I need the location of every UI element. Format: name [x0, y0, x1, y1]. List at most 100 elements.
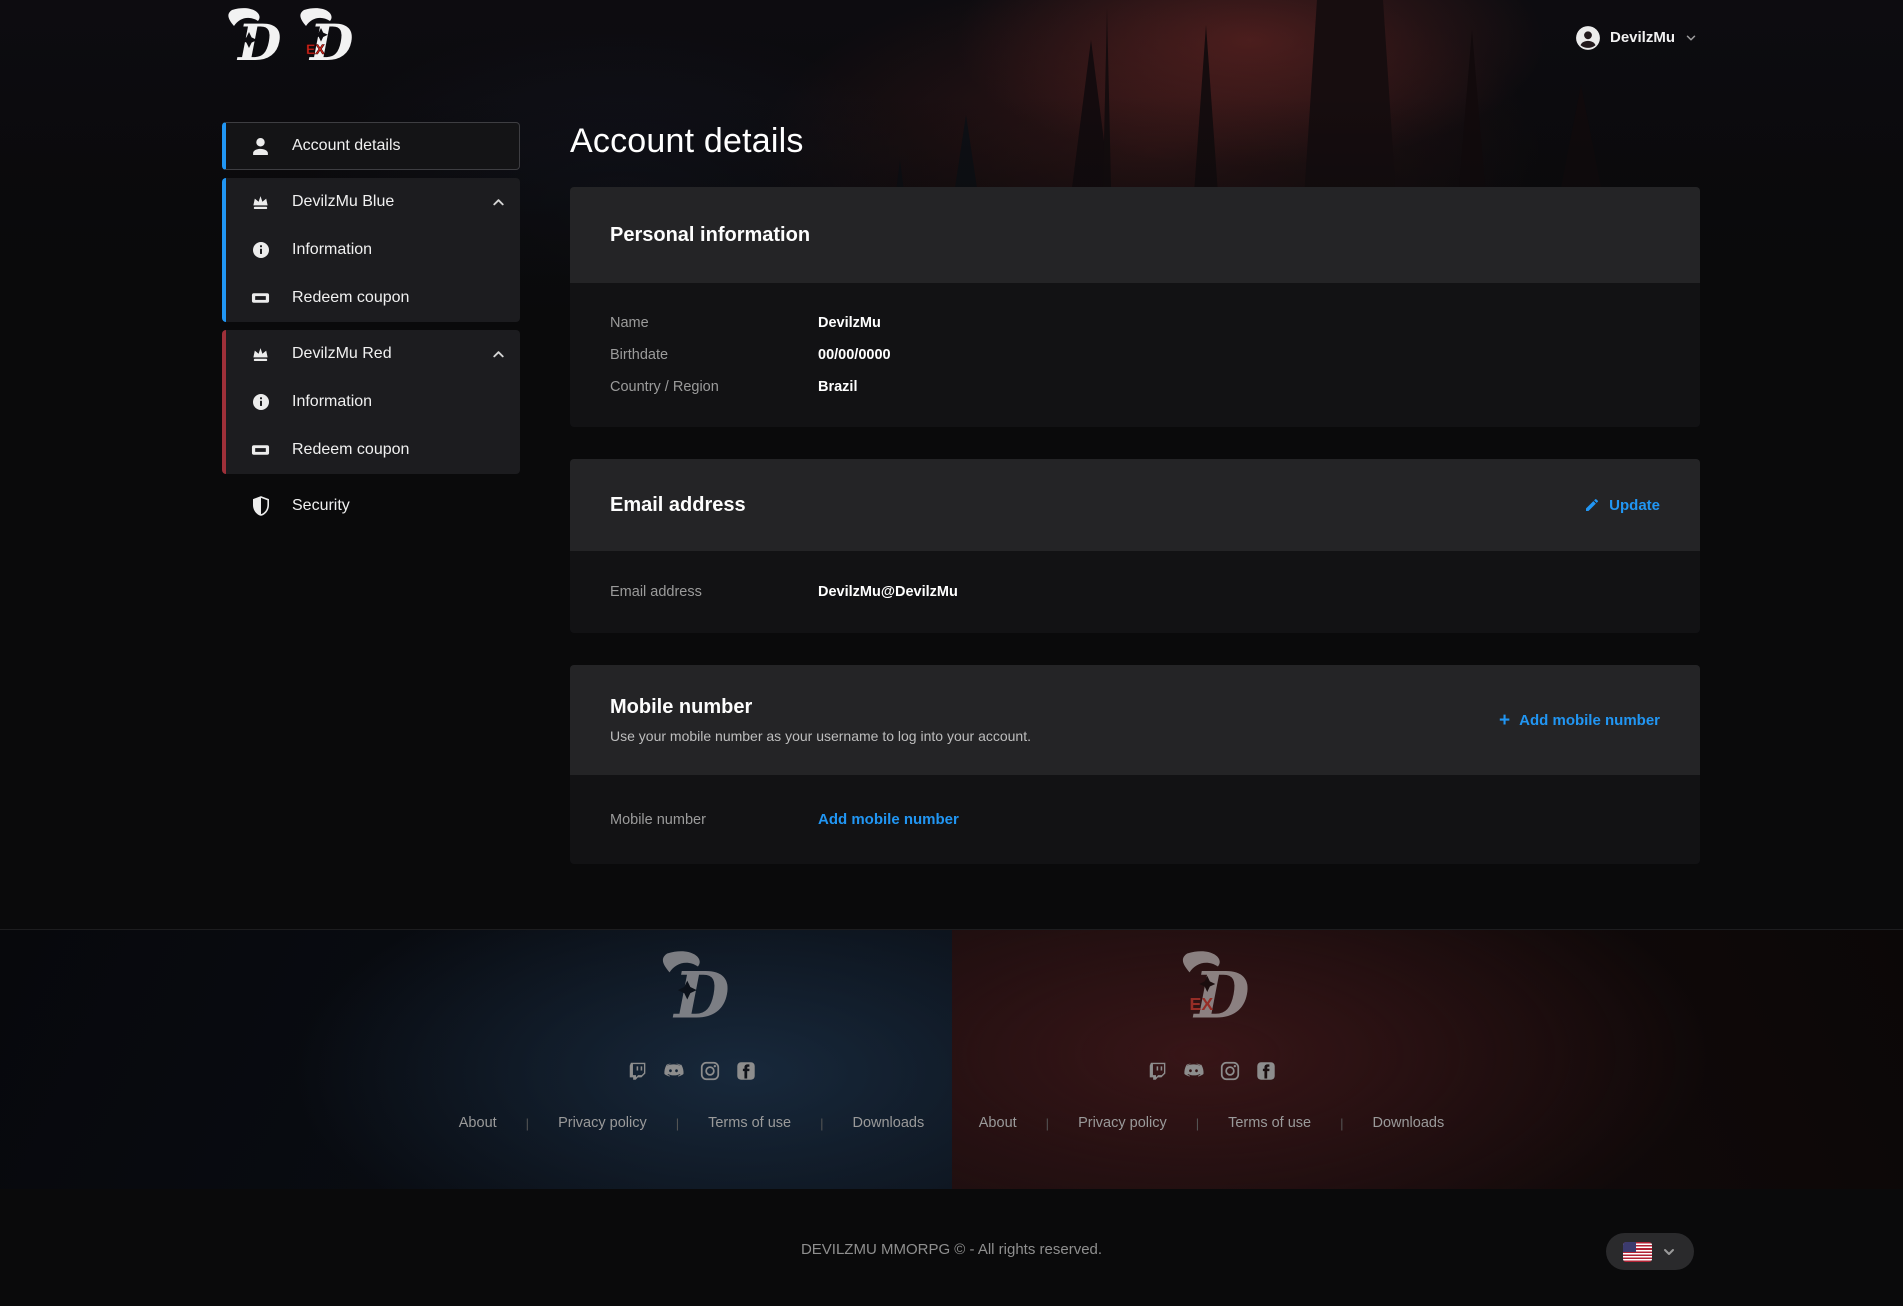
sidebar-item-label: Information — [292, 241, 372, 259]
crown-icon — [251, 193, 270, 212]
email-address-body: Email address DevilzMu@DevilzMu — [570, 551, 1700, 633]
footer-link-separator: | — [793, 1116, 850, 1131]
logo-row: D D EX — [222, 6, 360, 70]
sidebar: Account details DevilzMu Blue Inf — [222, 75, 520, 864]
discord-icon[interactable] — [1181, 1058, 1206, 1083]
user-menu[interactable]: DevilzMu — [1575, 25, 1698, 51]
update-email-button[interactable]: Update — [1584, 497, 1660, 514]
card-subtitle: Use your mobile number as your username … — [610, 728, 1031, 744]
row-value: Brazil — [818, 379, 1660, 395]
main-content: Account details Personal information Nam… — [570, 75, 1700, 864]
chevron-down-icon — [1661, 1244, 1677, 1260]
personal-information-header: Personal information — [570, 187, 1700, 283]
facebook-icon[interactable] — [733, 1058, 758, 1083]
footer-blue-section: D — [0, 930, 952, 1189]
mobile-number-card: Mobile number Use your mobile number as … — [570, 665, 1700, 864]
person-icon — [251, 137, 270, 156]
chevron-down-icon — [1684, 31, 1698, 45]
sidebar-group-devilzmu-blue: DevilzMu Blue Information Redeem coupon — [222, 178, 520, 322]
twitch-icon[interactable] — [625, 1058, 650, 1083]
svg-text:D: D — [236, 13, 281, 70]
sidebar-item-account-details[interactable]: Account details — [222, 122, 520, 170]
footer-link-separator: | — [1313, 1116, 1370, 1131]
footer-blue-column: D — [432, 930, 952, 1189]
row-label: Mobile number — [610, 812, 818, 828]
sidebar-item-label: Redeem coupon — [292, 289, 409, 307]
row-label: Email address — [610, 584, 818, 600]
add-mobile-number-button[interactable]: + Add mobile number — [1499, 711, 1660, 730]
personal-information-body: Name DevilzMu Birthdate 00/00/0000 Count… — [570, 283, 1700, 427]
discord-icon[interactable] — [661, 1058, 686, 1083]
footer-links-red: About | Privacy policy | Terms of use | … — [977, 1115, 1446, 1131]
bottom-bar: DEVILZMU MMORPG © - All rights reserved. — [0, 1189, 1903, 1306]
mobile-number-body: Mobile number Add mobile number — [570, 775, 1700, 864]
row-value: DevilzMu@DevilzMu — [818, 584, 1660, 600]
top-bar: D D EX DevilzMu — [0, 0, 1903, 75]
info-row-birthdate: Birthdate 00/00/0000 — [610, 339, 1660, 371]
sidebar-group-label: DevilzMu Red — [292, 345, 392, 363]
devilzmu-ex-logo[interactable]: D EX — [294, 6, 360, 70]
card-title: Personal information — [610, 224, 810, 247]
sidebar-item-redeem-coupon-red[interactable]: Redeem coupon — [226, 426, 520, 474]
language-selector[interactable] — [1606, 1233, 1694, 1270]
mobile-number-header: Mobile number Use your mobile number as … — [570, 665, 1700, 775]
footer-social-row — [625, 1058, 758, 1083]
footer-red-section: D EX — [952, 930, 1903, 1189]
plus-icon: + — [1499, 711, 1510, 730]
footer-link-privacy[interactable]: Privacy policy — [556, 1115, 649, 1131]
add-mobile-number-link[interactable]: Add mobile number — [818, 811, 1660, 828]
row-value: DevilzMu — [818, 315, 1660, 331]
account-page: D D EX DevilzMu — [0, 0, 1903, 1306]
info-row-name: Name DevilzMu — [610, 307, 1660, 339]
update-label: Update — [1609, 497, 1660, 514]
footer-red-column: D EX — [952, 930, 1472, 1189]
footer: D — [0, 929, 1903, 1189]
footer-link-separator: | — [499, 1116, 556, 1131]
footer-link-downloads[interactable]: Downloads — [1370, 1115, 1446, 1131]
footer-link-separator: | — [1019, 1116, 1076, 1131]
sidebar-group-header-blue[interactable]: DevilzMu Blue — [226, 178, 520, 226]
svg-text:EX: EX — [306, 41, 325, 57]
footer-link-terms[interactable]: Terms of use — [706, 1115, 793, 1131]
sidebar-group-header-red[interactable]: DevilzMu Red — [226, 330, 520, 378]
row-label: Country / Region — [610, 379, 818, 395]
sidebar-item-information-blue[interactable]: Information — [226, 226, 520, 274]
devilzmu-logo[interactable]: D — [222, 6, 288, 70]
pencil-icon — [1584, 497, 1600, 513]
facebook-icon[interactable] — [1253, 1058, 1278, 1083]
ticket-icon — [251, 289, 270, 308]
footer-link-terms[interactable]: Terms of use — [1226, 1115, 1313, 1131]
content-shell: Account details DevilzMu Blue Inf — [222, 75, 1700, 864]
footer-link-downloads[interactable]: Downloads — [850, 1115, 926, 1131]
footer-link-separator: | — [1169, 1116, 1226, 1131]
footer-social-row — [1145, 1058, 1278, 1083]
instagram-icon[interactable] — [1217, 1058, 1242, 1083]
info-row-mobile: Mobile number Add mobile number — [610, 803, 1660, 836]
sidebar-group-label: DevilzMu Blue — [292, 193, 394, 211]
email-address-card: Email address Update Email address Devil… — [570, 459, 1700, 633]
account-circle-icon — [1575, 25, 1601, 51]
shield-icon — [251, 497, 270, 516]
row-label: Name — [610, 315, 818, 331]
crown-icon — [251, 345, 270, 364]
footer-link-about[interactable]: About — [457, 1115, 499, 1131]
add-mobile-label: Add mobile number — [1519, 712, 1660, 729]
twitch-icon[interactable] — [1145, 1058, 1170, 1083]
footer-link-about[interactable]: About — [977, 1115, 1019, 1131]
sidebar-item-redeem-coupon-blue[interactable]: Redeem coupon — [226, 274, 520, 322]
row-value: 00/00/0000 — [818, 347, 1660, 363]
footer-link-privacy[interactable]: Privacy policy — [1076, 1115, 1169, 1131]
row-label: Birthdate — [610, 347, 818, 363]
sidebar-group-devilzmu-red: DevilzMu Red Information Redeem coupon — [222, 330, 520, 474]
sidebar-item-label: Redeem coupon — [292, 441, 409, 459]
user-menu-name: DevilzMu — [1610, 29, 1675, 46]
ticket-icon — [251, 441, 270, 460]
info-row-email: Email address DevilzMu@DevilzMu — [610, 576, 1660, 608]
sidebar-item-information-red[interactable]: Information — [226, 378, 520, 426]
page-title: Account details — [570, 122, 1700, 161]
sidebar-item-label: Security — [292, 497, 350, 515]
sidebar-item-label: Information — [292, 393, 372, 411]
instagram-icon[interactable] — [697, 1058, 722, 1083]
sidebar-item-security[interactable]: Security — [222, 482, 520, 530]
footer-links-blue: About | Privacy policy | Terms of use | … — [457, 1115, 926, 1131]
